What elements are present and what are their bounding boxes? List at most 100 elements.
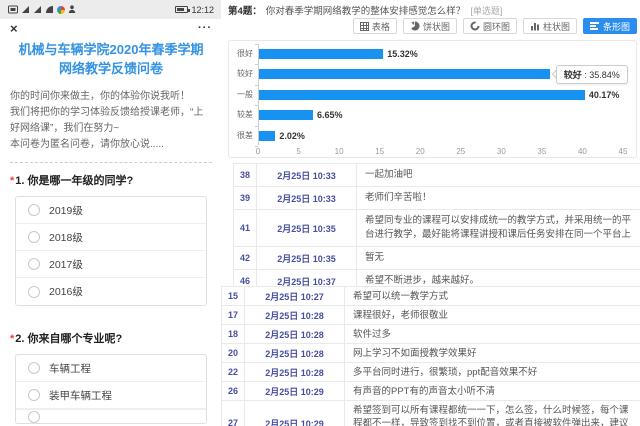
category-label: 一般 [229,90,253,100]
row-number-cell: 15 [222,287,244,305]
table-icon [360,22,369,31]
row-number-cell: 38 [234,164,256,186]
table-row: 222月25日 10:28多平台同时进行，很繁琐，ppt配音效果不好 [222,363,640,382]
radio-option[interactable]: 2016级 [16,278,206,305]
category-label: 很好 [229,49,253,59]
donut-chart-icon [470,21,480,31]
chart-type-toolbar: 表格饼状图 圆环图 柱状图条形图 [353,18,637,34]
radio-option[interactable]: 2019级 [16,197,206,224]
row-content-cell: 希望签到可以所有课程都统一一下，怎么签，什么时候签，每个课程都不一样，导致签到找… [344,401,640,426]
answers-table-upper: 382月25日 10:33一起加油吧392月25日 10:33老师们辛苦啦！41… [233,163,640,293]
bar-chart-panel: 很好15.32%较好一般40.17%较差6.65%很差2.02%05101520… [228,40,637,158]
bar[interactable] [259,69,550,79]
value-label: 6.65% [317,109,343,121]
chart-type-button[interactable]: 条形图 [583,18,637,34]
row-content-cell: 有声音的PPT有的声音太小听不清 [344,382,640,400]
row-number-cell: 27 [222,401,244,426]
question-number: 第4题： [228,6,262,17]
chart-type-button[interactable]: 柱状图 [523,18,577,34]
chart-type-button[interactable]: 饼状图 [403,18,457,34]
row-content-cell: 暂无 [356,247,640,269]
bar[interactable] [259,110,313,120]
row-content-cell: 老师们辛苦啦！ [356,187,640,209]
chart-tooltip: 较好 : 35.84% [556,65,628,84]
bar[interactable] [259,49,383,59]
x-axis-tick-label: 40 [573,147,591,156]
section-divider [10,162,212,163]
phone-status-bar: 12:12 [0,0,222,19]
table-row: 382月25日 10:33一起加油吧 [234,164,640,187]
category-label: 较好 [229,69,253,79]
row-content-cell: 课程很好，老师很敬业 [344,306,640,324]
value-label: 15.32% [387,48,418,60]
bar-chart-icon [590,21,600,31]
chart-type-button-label: 圆环图 [483,20,510,33]
intro-line: 本问卷为匿名问卷，请你放心说..... [10,137,212,153]
chrome-icon [57,6,65,14]
bar[interactable] [259,131,275,141]
question-2-options: 车辆工程装甲车辆工程 [15,354,207,424]
radio-option[interactable]: 2017级 [16,251,206,278]
table-row: 152月25日 10:27希望可以统一教学方式 [222,287,640,306]
table-row: 392月25日 10:33老师们辛苦啦！ [234,187,640,210]
x-axis-tick-label: 45 [614,147,632,156]
radio-option[interactable]: 装甲车辆工程 [16,382,206,409]
radio-icon [28,362,40,374]
value-label: 2.02% [279,130,305,142]
x-axis-tick-label: 10 [330,147,348,156]
required-asterisk: * [10,175,14,187]
row-date-cell: 2月25日 10:35 [256,247,356,269]
radio-option[interactable] [16,409,206,423]
radio-option[interactable]: 车辆工程 [16,355,206,382]
radio-option[interactable]: 2018级 [16,224,206,251]
row-number-cell: 39 [234,187,256,209]
row-date-cell: 2月25日 10:28 [244,306,344,324]
question-1-options: 2019级 2018级 2017级 2016级 [15,196,207,306]
close-icon[interactable]: × [10,22,18,35]
more-menu-icon[interactable]: ··· [198,23,212,34]
intro-line: 我们将把你的学习体验反馈给授课老师，“上好网络课”，我们在努力~ [10,105,212,137]
row-date-cell: 2月25日 10:29 [244,401,344,426]
row-number-cell: 41 [234,210,256,246]
status-time: 12:12 [191,5,214,15]
option-label: 2018级 [49,230,83,245]
table-row: 272月25日 10:29希望签到可以所有课程都统一一下，怎么签，什么时候签，每… [222,401,640,426]
row-content-cell: 希望可以统一教学方式 [344,287,640,305]
chart-type-button-label: 表格 [372,20,390,33]
category-label: 较差 [229,110,253,120]
radio-icon [28,258,40,270]
status-icons-left [8,5,76,14]
row-date-cell: 2月25日 10:35 [256,210,356,246]
cellular-signal-icon-2 [33,5,42,14]
chart-type-button[interactable]: 圆环图 [463,18,517,34]
question-2-label: *2. 你来自哪个专业呢? [10,330,212,346]
status-icons-right: 12:12 [175,5,214,15]
row-date-cell: 2月25日 10:33 [256,187,356,209]
notification-icon [68,5,76,14]
row-number-cell: 22 [222,363,244,381]
y-axis-tick [255,126,258,127]
chart-type-button[interactable]: 表格 [353,18,397,34]
question-1-label: *1. 你是哪一年级的同学? [10,172,212,188]
x-axis-tick-label: 35 [533,147,551,156]
pie-chart-icon [410,21,420,31]
battery-icon [175,6,188,13]
y-axis-tick [255,64,258,65]
tooltip-category: 较好 [564,70,582,80]
option-label: 2016级 [49,284,83,299]
bar[interactable] [259,90,585,100]
wifi-icon [45,5,54,14]
option-label: 车辆工程 [49,361,91,376]
chart-type-button-label: 柱状图 [543,20,570,33]
row-number-cell: 17 [222,306,244,324]
row-number-cell: 42 [234,247,256,269]
option-label: 2017级 [49,257,83,272]
row-content-cell: 软件过多 [344,325,640,343]
survey-phone-panel: 12:12 × ··· 机械与车辆学院2020年春季学期网络教学反馈问卷 你的时… [0,0,222,426]
x-axis-tick-label: 5 [290,147,308,156]
radio-icon [28,231,40,243]
table-row: 422月25日 10:35暂无 [234,247,640,270]
y-axis-tick [255,105,258,106]
row-date-cell: 2月25日 10:28 [244,325,344,343]
x-axis-tick-label: 25 [452,147,470,156]
